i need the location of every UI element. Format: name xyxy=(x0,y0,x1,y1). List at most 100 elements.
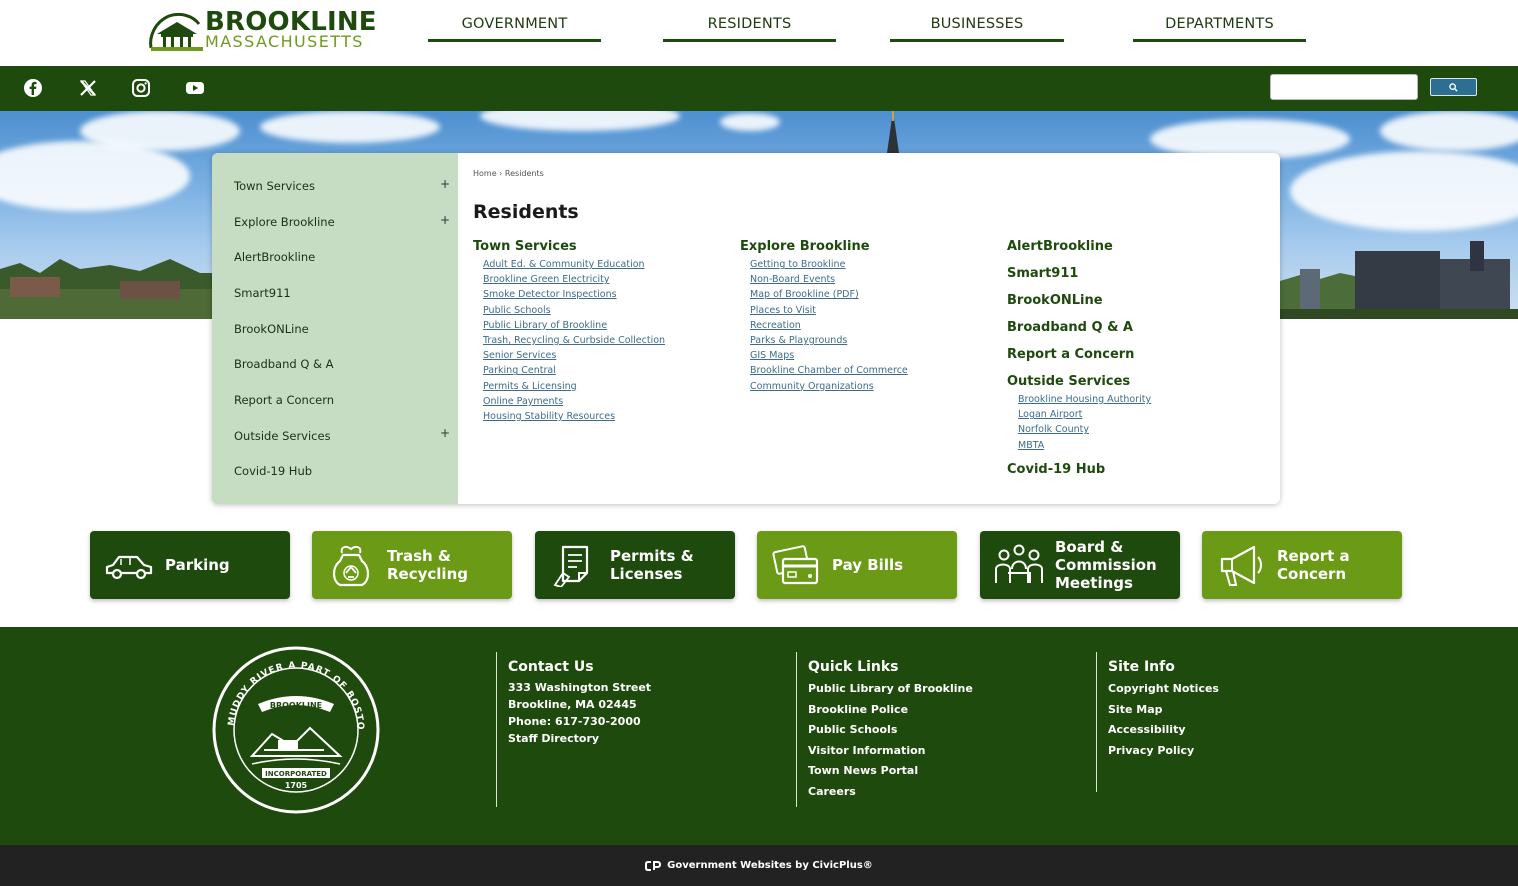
contact-us-section: Contact Us 333 Washington Street Brookli… xyxy=(496,652,776,807)
site-info-link[interactable]: Privacy Policy xyxy=(1108,741,1376,762)
nav-residents[interactable]: RESIDENTS xyxy=(663,16,836,42)
quick-link[interactable]: Brookline Police xyxy=(808,700,1076,721)
sidebar-item-report-concern[interactable]: Report a Concern xyxy=(234,393,454,407)
explore-brookline-link[interactable]: Places to Visit xyxy=(750,305,816,316)
search-input[interactable] xyxy=(1270,74,1418,100)
quick-link[interactable]: Public Schools xyxy=(808,720,1076,741)
heading-alertbrookline[interactable]: AlertBrookline xyxy=(1007,239,1113,254)
explore-brookline-link[interactable]: Non-Board Events xyxy=(750,274,835,285)
quick-link[interactable]: Careers xyxy=(808,782,1076,803)
town-services-link[interactable]: Trash, Recycling & Curbside Collection xyxy=(483,335,665,346)
site-header: BROOKLINE MASSACHUSETTS GOVERNMENT RESID… xyxy=(0,0,1518,66)
sidebar-item-covid-hub[interactable]: Covid-19 Hub xyxy=(234,464,454,478)
town-services-link[interactable]: Brookline Green Electricity xyxy=(483,274,609,285)
explore-brookline-link[interactable]: GIS Maps xyxy=(750,350,794,361)
explore-brookline-link[interactable]: Map of Brookline (PDF) xyxy=(750,289,859,300)
contact-us-title: Contact Us xyxy=(508,659,594,675)
gazebo-icon xyxy=(149,12,203,51)
report-concern-button[interactable]: Report a Concern xyxy=(1202,531,1402,599)
svg-text:INCORPORATED: INCORPORATED xyxy=(265,770,327,778)
town-services-link[interactable]: Permits & Licensing xyxy=(483,381,577,392)
outside-services-link[interactable]: Brookline Housing Authority xyxy=(1018,394,1151,405)
heading-covid-hub[interactable]: Covid-19 Hub xyxy=(1007,462,1105,477)
instagram-icon[interactable] xyxy=(131,78,151,98)
town-services-link[interactable]: Adult Ed. & Community Education xyxy=(483,259,645,270)
svg-text:MUDDY RIVER A PART OF BOSTON F: MUDDY RIVER A PART OF BOSTON FOUNDED 163… xyxy=(212,646,365,731)
town-services-link[interactable]: Smoke Detector Inspections xyxy=(483,289,617,300)
report-concern-label: Report a Concern xyxy=(1277,547,1350,583)
sidebar-item-smart911[interactable]: Smart911 xyxy=(234,286,454,300)
staff-directory-link[interactable]: Staff Directory xyxy=(508,730,776,747)
sidebar-item-broadband[interactable]: Broadband Q & A xyxy=(234,357,454,371)
permits-licenses-label: Permits & Licenses xyxy=(610,547,694,583)
heading-report-concern[interactable]: Report a Concern xyxy=(1007,347,1134,362)
sidebar-nav: Town Services + Explore Brookline + Aler… xyxy=(212,153,458,504)
facebook-icon[interactable] xyxy=(23,78,43,98)
youtube-icon[interactable] xyxy=(185,78,205,98)
explore-brookline-link[interactable]: Getting to Brookline xyxy=(750,259,845,270)
page-title: Residents xyxy=(473,201,579,223)
nav-government[interactable]: GOVERNMENT xyxy=(428,16,601,42)
heading-outside-services[interactable]: Outside Services xyxy=(1007,374,1130,389)
expand-icon[interactable]: + xyxy=(440,426,450,440)
heading-broadband[interactable]: Broadband Q & A xyxy=(1007,320,1133,335)
outside-services-link[interactable]: Logan Airport xyxy=(1018,409,1082,420)
nav-departments[interactable]: DEPARTMENTS xyxy=(1133,16,1306,42)
heading-town-services[interactable]: Town Services xyxy=(473,239,577,254)
civicplus-bar: Government Websites by CivicPlus® xyxy=(0,845,1518,886)
outside-services-link[interactable]: Norfolk County xyxy=(1018,424,1089,435)
nav-businesses[interactable]: BUSINESSES xyxy=(890,16,1064,42)
site-info-link[interactable]: Accessibility xyxy=(1108,720,1376,741)
site-info-link[interactable]: Site Map xyxy=(1108,700,1376,721)
sidebar-item-town-services[interactable]: Town Services xyxy=(234,179,454,193)
pay-bills-button[interactable]: Pay Bills xyxy=(757,531,957,599)
outside-services-link[interactable]: MBTA xyxy=(1018,440,1044,451)
town-services-link[interactable]: Housing Stability Resources xyxy=(483,411,615,422)
sidebar-item-alertbrookline[interactable]: AlertBrookline xyxy=(234,250,454,264)
town-services-link[interactable]: Online Payments xyxy=(483,396,563,407)
parking-button[interactable]: Parking xyxy=(90,531,290,599)
expand-icon[interactable]: + xyxy=(440,213,450,227)
explore-brookline-link[interactable]: Recreation xyxy=(750,320,801,331)
trash-recycling-button[interactable]: Trash & Recycling xyxy=(312,531,512,599)
phone-number: Phone: 617-730-2000 xyxy=(508,715,641,728)
explore-brookline-link[interactable]: Brookline Chamber of Commerce xyxy=(750,365,908,376)
town-services-link[interactable]: Parking Central xyxy=(483,365,556,376)
breadcrumb-separator: › xyxy=(499,169,503,178)
town-seal-logo: MUDDY RIVER A PART OF BOSTON FOUNDED 163… xyxy=(212,646,380,814)
town-services-link[interactable]: Public Library of Brookline xyxy=(483,320,607,331)
megaphone-icon xyxy=(1220,545,1262,586)
quick-links-section: Quick Links Public Library of Brookline B… xyxy=(796,652,1076,807)
breadcrumb: Home › Residents xyxy=(473,169,544,178)
search-button[interactable] xyxy=(1430,78,1477,96)
heading-brookonline[interactable]: BrookONLine xyxy=(1007,293,1103,308)
explore-brookline-link[interactable]: Community Organizations xyxy=(750,381,874,392)
civicplus-link[interactable]: Government Websites by CivicPlus® xyxy=(667,860,873,871)
logo-subtitle: MASSACHUSETTS xyxy=(205,32,364,51)
search-icon xyxy=(1449,82,1458,92)
sidebar-item-explore-brookline[interactable]: Explore Brookline xyxy=(234,215,454,229)
quick-links-title: Quick Links xyxy=(808,659,899,675)
site-info-section: Site Info Copyright Notices Site Map Acces… xyxy=(1096,652,1376,792)
quick-link[interactable]: Town News Portal xyxy=(808,761,1076,782)
breadcrumb-home[interactable]: Home xyxy=(473,169,497,178)
board-commission-meetings-button[interactable]: Board & Commission Meetings xyxy=(980,531,1180,599)
town-services-link[interactable]: Public Schools xyxy=(483,305,551,316)
brookline-logo[interactable]: BROOKLINE MASSACHUSETTS xyxy=(147,7,379,54)
address-line-2: Brookline, MA 02445 xyxy=(508,698,637,711)
site-info-link[interactable]: Copyright Notices xyxy=(1108,679,1376,700)
sidebar-item-brookonline[interactable]: BrookONLine xyxy=(234,322,454,336)
heading-explore-brookline[interactable]: Explore Brookline xyxy=(740,239,870,254)
breadcrumb-current: Residents xyxy=(504,169,544,178)
car-icon xyxy=(105,555,153,580)
permits-licenses-button[interactable]: Permits & Licenses xyxy=(535,531,735,599)
heading-smart911[interactable]: Smart911 xyxy=(1007,266,1078,281)
town-services-link[interactable]: Senior Services xyxy=(483,350,556,361)
trash-recycling-label: Trash & Recycling xyxy=(387,547,468,583)
explore-brookline-link[interactable]: Parks & Playgrounds xyxy=(750,335,847,346)
quick-link[interactable]: Visitor Information xyxy=(808,741,1076,762)
sidebar-item-outside-services[interactable]: Outside Services xyxy=(234,429,454,443)
quick-link[interactable]: Public Library of Brookline xyxy=(808,679,1076,700)
expand-icon[interactable]: + xyxy=(440,177,450,191)
x-icon[interactable] xyxy=(78,78,98,98)
